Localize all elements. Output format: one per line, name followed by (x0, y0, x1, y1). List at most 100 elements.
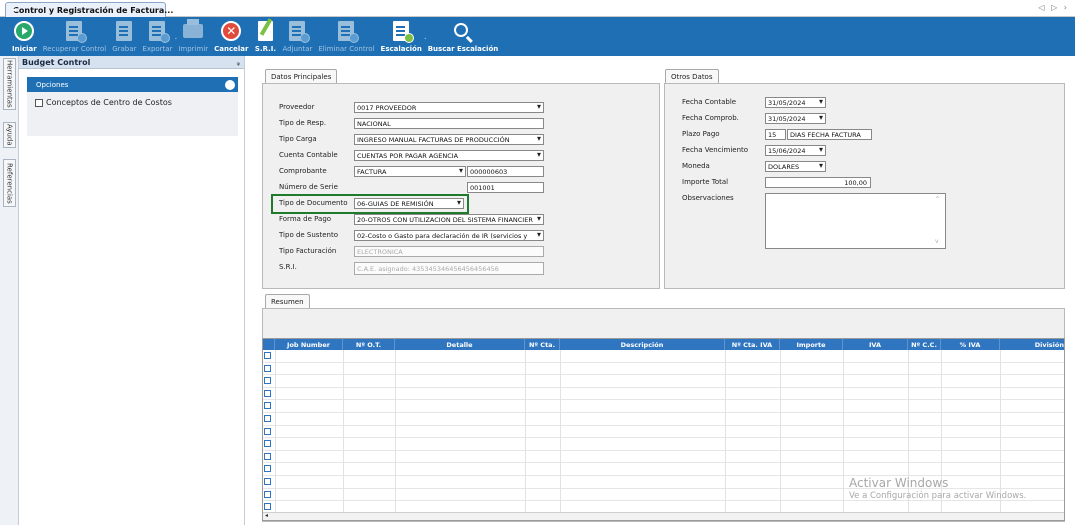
row-checkbox[interactable] (264, 465, 271, 473)
observaciones-label: Observaciones (682, 194, 734, 202)
table-row[interactable] (263, 375, 1064, 388)
comprobante-number-field[interactable]: 000000603 (467, 166, 544, 177)
document-tab-strip: Control y Registración de Factura... ◁ ▷… (0, 0, 1075, 17)
tipo-resp-field[interactable]: NACIONAL (354, 118, 544, 129)
escalacion-button[interactable]: Escalación (381, 17, 422, 56)
options-header[interactable]: Opciones (27, 77, 238, 92)
cancelar-label: Cancelar (214, 45, 249, 53)
grid-col-descripcion[interactable]: Descripción (560, 339, 725, 350)
sri-button[interactable]: S.R.I. (254, 17, 276, 56)
imprimir-button[interactable]: Imprimir (178, 17, 208, 56)
row-checkbox[interactable] (264, 377, 271, 385)
table-row[interactable] (263, 413, 1064, 426)
table-row[interactable] (263, 400, 1064, 413)
tab-datos-principales[interactable]: Datos Principales (265, 69, 338, 83)
comprobante-select[interactable]: FACTURA (354, 166, 466, 177)
option-conceptos-centro-costos[interactable]: Conceptos de Centro de Costos (27, 92, 238, 107)
grid-col-division[interactable]: División (1000, 339, 1064, 350)
grabar-button[interactable]: Grabar (112, 17, 136, 56)
table-row[interactable] (263, 426, 1064, 439)
tab-otros-datos[interactable]: Otros Datos (665, 69, 719, 83)
fecha-contable-picker[interactable]: 31/05/2024 (765, 97, 826, 108)
pin-icon[interactable]: ᵩ (237, 58, 240, 67)
grid-column-divider (725, 350, 726, 520)
observaciones-textarea[interactable] (765, 193, 946, 249)
table-row[interactable] (263, 363, 1064, 376)
tipo-sustento-select[interactable]: 02-Costo o Gasto para declaración de IR … (354, 230, 544, 241)
row-checkbox[interactable] (264, 490, 271, 498)
tab-navigation-arrows[interactable]: ◁ ▷ › (1038, 3, 1069, 12)
moneda-select[interactable]: DOLARES (765, 161, 826, 172)
side-tab-ayuda[interactable]: Ayuda (3, 122, 16, 148)
grid-col-detalle[interactable]: Detalle (395, 339, 525, 350)
collapse-icon[interactable] (225, 79, 235, 90)
grid-horizontal-scrollbar[interactable]: ◂ (263, 512, 1064, 520)
row-checkbox[interactable] (264, 503, 271, 511)
iniciar-button[interactable]: Iniciar (12, 17, 37, 56)
tab-resumen[interactable]: Resumen (265, 294, 310, 308)
table-row[interactable] (263, 350, 1064, 363)
buscar-escalacion-button[interactable]: Buscar Escalación (428, 17, 498, 56)
imprimir-label: Imprimir (178, 45, 209, 53)
row-checkbox[interactable] (264, 440, 271, 448)
table-row[interactable] (263, 451, 1064, 464)
tipo-documento-select[interactable]: 06-GUIAS DE REMISIÓN (354, 198, 464, 209)
numero-serie-field[interactable]: 001001 (467, 182, 544, 193)
tipo-facturacion-label: Tipo Facturación (279, 247, 337, 255)
row-checkbox[interactable] (264, 389, 271, 397)
export-icon (149, 21, 171, 43)
side-tab-herramientas[interactable]: Herramientas (3, 58, 16, 110)
row-checkbox[interactable] (264, 452, 271, 460)
cancelar-button[interactable]: ✕ Cancelar (214, 17, 248, 56)
row-checkbox[interactable] (264, 364, 271, 372)
exportar-button[interactable]: Exportar (142, 17, 172, 56)
row-checkbox[interactable] (264, 478, 271, 485)
toolbar-separator: . (423, 31, 427, 42)
side-tab-referencias[interactable]: Referencias (3, 159, 16, 207)
document-tab[interactable]: Control y Registración de Factura... (5, 2, 173, 17)
adjuntar-button[interactable]: Adjuntar (282, 17, 312, 56)
eliminar-control-button[interactable]: Eliminar Control (318, 17, 375, 56)
grid-col-cc[interactable]: Nº C.C. (908, 339, 941, 350)
proveedor-select[interactable]: 0017 PROVEEDOR (354, 102, 544, 113)
grid-col-cta[interactable]: Nº Cta. (525, 339, 560, 350)
row-checkbox[interactable] (264, 427, 271, 435)
scroll-down-icon[interactable]: v (935, 238, 1060, 245)
tipo-facturacion-field: ELECTRONICA (354, 246, 544, 257)
table-row[interactable] (263, 463, 1064, 476)
printer-icon (183, 19, 204, 38)
fecha-comprob-picker[interactable]: 31/05/2024 (765, 113, 826, 124)
panel-header: Budget Control ᵩ (19, 56, 244, 69)
importe-total-label: Importe Total (682, 178, 729, 186)
scroll-left-icon[interactable]: ◂ (265, 512, 268, 519)
plazo-pago-field[interactable]: 15 (765, 129, 786, 140)
importe-total-field[interactable]: 100,00 (765, 177, 871, 188)
grid-col-pct-iva[interactable]: % IVA (941, 339, 1000, 350)
fecha-vencimiento-picker[interactable]: 15/06/2024 (765, 145, 826, 156)
grid-col-job-number[interactable]: Job Number (275, 339, 343, 350)
scroll-up-icon[interactable]: ^ (935, 196, 1060, 203)
forma-pago-label: Forma de Pago (279, 215, 332, 223)
table-row[interactable] (263, 388, 1064, 401)
recuperar-control-button[interactable]: Recuperar Control (43, 17, 106, 56)
windows-activation-watermark: Activar Windows Ve a Configuración para … (849, 476, 1026, 501)
tipo-carga-select[interactable]: INGRESO MANUAL FACTURAS DE PRODUCCIÓN (354, 134, 544, 145)
fecha-vencimiento-label: Fecha Vencimiento (682, 146, 749, 154)
table-row[interactable] (263, 438, 1064, 451)
grid-col-ot[interactable]: Nº O.T. (343, 339, 395, 350)
row-checkbox[interactable] (264, 415, 271, 422)
plazo-pago-unit: DIAS FECHA FACTURA (787, 129, 872, 140)
grid-col-cta-iva[interactable]: Nº Cta. IVA (725, 339, 780, 350)
watermark-line1: Activar Windows (849, 476, 949, 490)
grid-col-importe[interactable]: Importe (780, 339, 843, 350)
numero-serie-label: Número de Serie (279, 183, 338, 191)
option-checkbox[interactable] (35, 98, 43, 107)
row-checkbox[interactable] (264, 352, 271, 359)
grid-col-iva[interactable]: IVA (843, 339, 908, 350)
cuenta-contable-select[interactable]: CUENTAS POR PAGAR AGENCIA (354, 150, 544, 161)
row-checkbox[interactable] (264, 402, 271, 410)
sri-cae-field: C.A.E. asignado: 435345346456456456456 (354, 262, 544, 275)
grid-col-select (263, 339, 275, 350)
adjuntar-label: Adjuntar (282, 45, 313, 53)
forma-pago-select[interactable]: 20-OTROS CON UTILIZACION DEL SISTEMA FIN… (354, 214, 544, 225)
